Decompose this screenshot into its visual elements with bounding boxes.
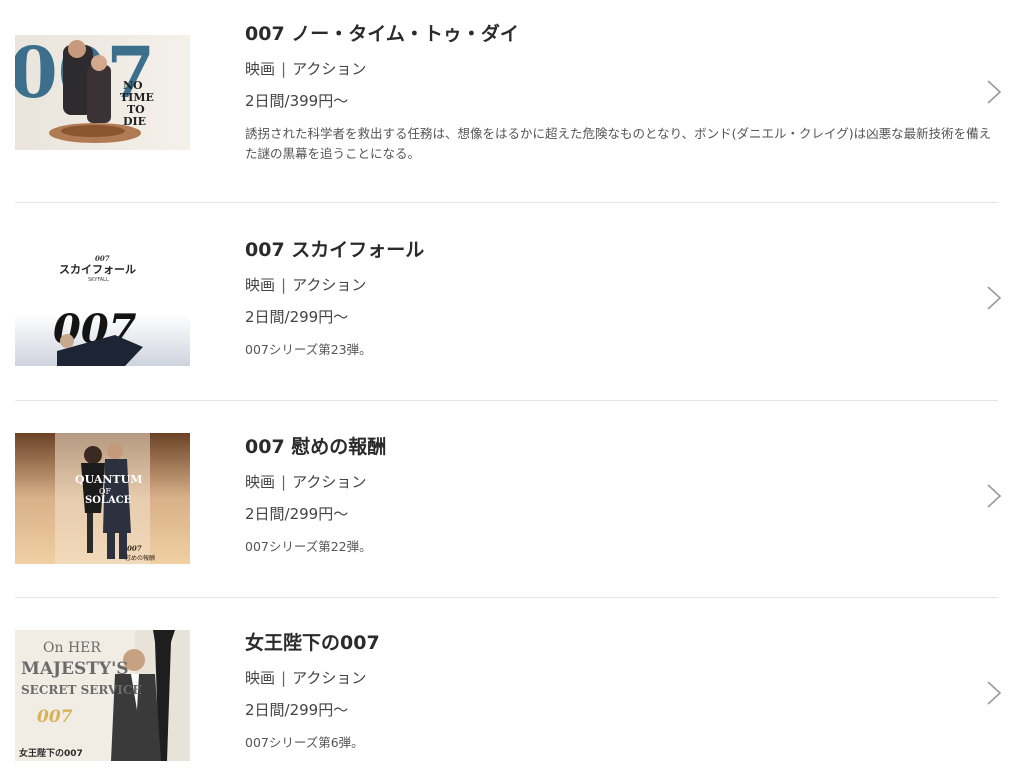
item-info: 007 スカイフォール 映画 | アクション 2日間/299円〜 007シリーズ第2… — [245, 236, 994, 357]
item-info: 007 ノー・タイム・トゥ・ダイ 映画 | アクション 2日間/399円〜 誘拐され… — [245, 20, 994, 161]
poster-image: 007 NO TIME TO DIE — [15, 35, 190, 150]
item-title[interactable]: 007 スカイフォール — [245, 236, 994, 264]
item-price: 2日間/299円〜 — [245, 308, 349, 326]
svg-text:女王陛下の007: 女王陛下の007 — [19, 747, 83, 759]
item-title[interactable]: 007 ノー・タイム・トゥ・ダイ — [245, 20, 994, 48]
category-label: 映画 — [245, 473, 276, 491]
list-item[interactable]: 007 NO TIME TO DIE 007 ノー・タイム・トゥ・ダイ 映画 | ア… — [0, 0, 1024, 200]
list-item[interactable]: On HER MAJESTY'S SECRET SERVICE 007 女王陛下… — [0, 598, 1024, 783]
item-genre: 映画 | アクション — [245, 667, 366, 688]
list-item[interactable]: 007 スカイフォール SKYFALL 007 007 スカイフォール 映画 | ア… — [0, 203, 1024, 400]
svg-text:On HER: On HER — [43, 640, 101, 656]
item-price: 2日間/299円〜 — [245, 505, 349, 523]
genre-separator: | — [281, 669, 287, 687]
item-genre: 映画 | アクション — [245, 58, 366, 79]
chevron-right-icon[interactable] — [985, 680, 1003, 706]
svg-text:DIE: DIE — [123, 115, 146, 128]
genre-label: アクション — [292, 669, 367, 687]
item-title[interactable]: 007 慰めの報酬 — [245, 433, 994, 461]
item-description: 007シリーズ第23弾。 — [245, 342, 372, 357]
poster-image: 007 スカイフォール SKYFALL 007 — [15, 251, 190, 366]
item-genre: 映画 | アクション — [245, 471, 366, 492]
item-title[interactable]: 女王陛下の007 — [245, 629, 994, 657]
chevron-right-icon[interactable] — [985, 483, 1003, 509]
item-description: 007シリーズ第22弾。 — [245, 539, 372, 554]
poster-image: QUANTUM OF SOLACE 007 慰めの報酬 — [15, 433, 190, 564]
svg-text:007: 007 — [127, 544, 142, 553]
genre-label: アクション — [292, 276, 367, 294]
list-item[interactable]: QUANTUM OF SOLACE 007 慰めの報酬 007 慰めの報酬 映画… — [0, 401, 1024, 597]
svg-text:SOLACE: SOLACE — [85, 495, 132, 506]
item-info: 女王陛下の007 映画 | アクション 2日間/299円〜 007シリーズ第6弾。 — [245, 629, 994, 750]
svg-text:007: 007 — [37, 707, 73, 727]
category-label: 映画 — [245, 60, 276, 78]
svg-text:QUANTUM: QUANTUM — [75, 473, 142, 486]
category-label: 映画 — [245, 669, 276, 687]
chevron-right-icon[interactable] — [985, 285, 1003, 311]
chevron-right-icon[interactable] — [985, 79, 1003, 105]
item-info: 007 慰めの報酬 映画 | アクション 2日間/299円〜 007シリーズ第22弾… — [245, 433, 994, 554]
genre-separator: | — [281, 276, 287, 294]
genre-label: アクション — [292, 473, 367, 491]
item-price: 2日間/399円〜 — [245, 92, 349, 110]
item-description: 誘拐された科学者を救出する任務は、想像をはるかに超えた危険なものとなり、ボンド(… — [245, 126, 992, 161]
item-description: 007シリーズ第6弾。 — [245, 735, 364, 750]
svg-text:MAJESTY'S: MAJESTY'S — [21, 659, 129, 679]
svg-text:SKYFALL: SKYFALL — [88, 277, 109, 283]
item-price: 2日間/299円〜 — [245, 701, 349, 719]
svg-text:スカイフォール: スカイフォール — [59, 263, 136, 276]
item-genre: 映画 | アクション — [245, 274, 366, 295]
category-label: 映画 — [245, 276, 276, 294]
svg-text:SECRET SERVICE: SECRET SERVICE — [21, 683, 142, 697]
svg-text:慰めの報酬: 慰めの報酬 — [125, 554, 155, 562]
svg-text:007: 007 — [95, 254, 110, 263]
genre-separator: | — [281, 60, 287, 78]
genre-separator: | — [281, 473, 287, 491]
genre-label: アクション — [292, 60, 367, 78]
movie-list: 007 NO TIME TO DIE 007 ノー・タイム・トゥ・ダイ 映画 | ア… — [0, 0, 1024, 783]
poster-image: On HER MAJESTY'S SECRET SERVICE 007 女王陛下… — [15, 630, 190, 761]
